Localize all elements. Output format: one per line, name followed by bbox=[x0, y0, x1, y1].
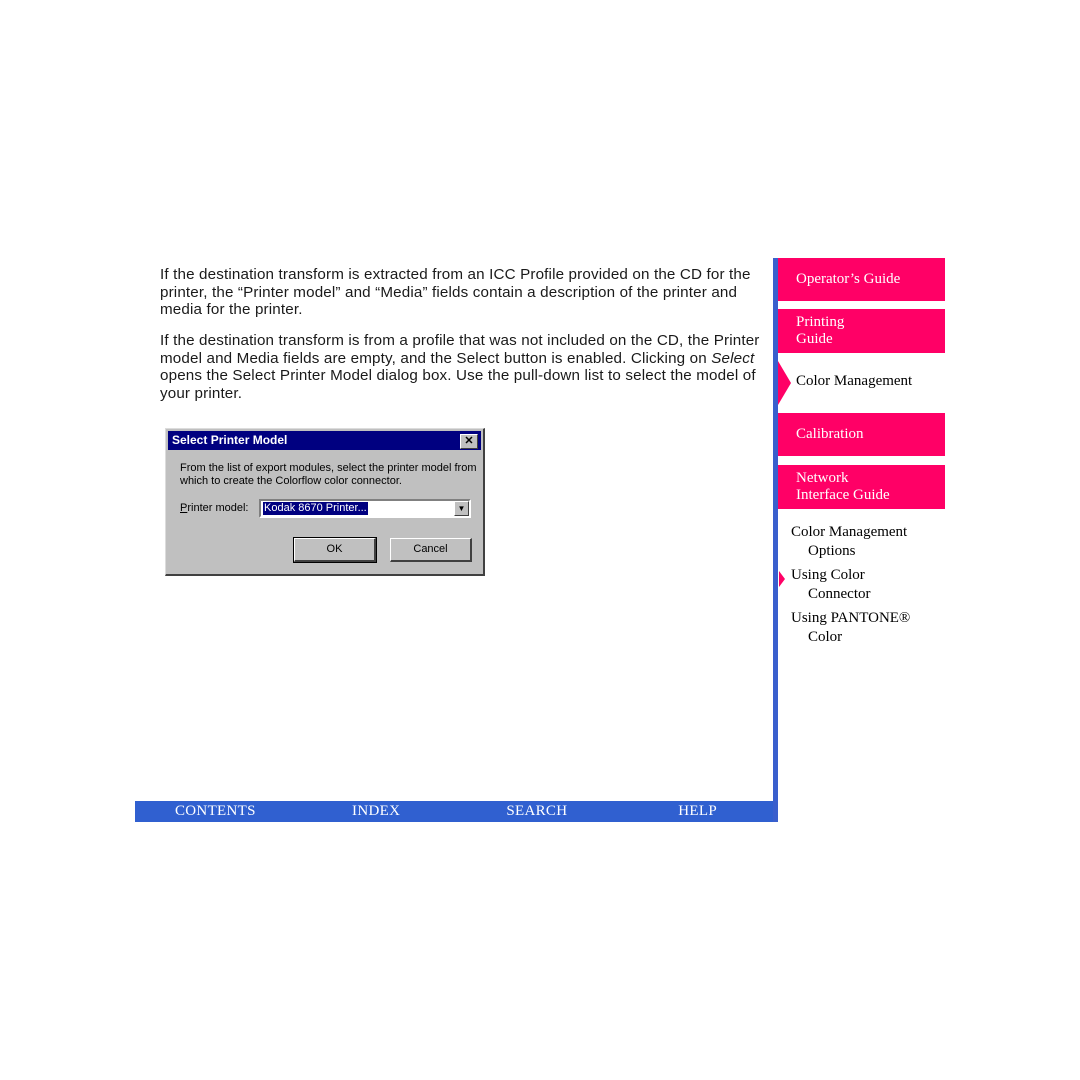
selected-printer-model: Kodak 8670 Printer... bbox=[263, 502, 368, 515]
nav-calibration[interactable]: Calibration bbox=[778, 413, 945, 456]
nav-label: Printing bbox=[796, 314, 845, 330]
nav-printing-guide[interactable]: Printing Guide bbox=[778, 309, 945, 353]
nav-label: Guide bbox=[796, 331, 833, 347]
printer-model-label: Printer model: bbox=[180, 502, 248, 514]
topic-color-management-options[interactable]: Color Management Options bbox=[791, 523, 910, 561]
topic-using-pantone-color[interactable]: Using PANTONE® Color bbox=[791, 609, 910, 647]
nav-network-interface-guide[interactable]: Network Interface Guide bbox=[778, 465, 945, 509]
nav-label: Network bbox=[796, 470, 849, 486]
dialog-title: Select Printer Model bbox=[172, 433, 288, 447]
body-paragraph-1: If the destination transform is extracte… bbox=[160, 266, 760, 319]
body-paragraph-2: If the destination transform is from a p… bbox=[160, 332, 760, 402]
nav-label: Operator’s Guide bbox=[796, 271, 901, 287]
close-icon[interactable]: ✕ bbox=[460, 434, 478, 449]
ok-button[interactable]: OK bbox=[293, 537, 377, 563]
paragraph-2-part1: If the destination transform is from a p… bbox=[160, 332, 760, 367]
paragraph-2-part2: opens the Select Printer Model dialog bo… bbox=[160, 367, 756, 402]
topic-links: Color Management Options Using Color Con… bbox=[791, 523, 910, 652]
topic-using-color-connector[interactable]: Using Color Connector bbox=[791, 566, 910, 604]
nav-operators-guide[interactable]: Operator’s Guide bbox=[778, 258, 945, 301]
chevron-down-icon[interactable]: ▼ bbox=[454, 501, 469, 516]
index-link[interactable]: INDEX bbox=[296, 801, 457, 822]
help-link[interactable]: HELP bbox=[617, 801, 778, 822]
label-text: rinter model: bbox=[187, 502, 249, 514]
cancel-button[interactable]: Cancel bbox=[390, 538, 472, 562]
printer-model-select[interactable]: Kodak 8670 Printer... ▼ bbox=[259, 499, 471, 518]
nav-color-management-current[interactable]: Color Management bbox=[796, 373, 912, 390]
nav-label: Calibration bbox=[796, 426, 864, 442]
topic-label: Using Color bbox=[791, 567, 865, 583]
paragraph-2-text: If the destination transform is from a p… bbox=[160, 332, 760, 402]
topic-label: Options bbox=[808, 543, 856, 559]
footer-nav: CONTENTS INDEX SEARCH HELP bbox=[135, 801, 778, 822]
dialog-title-bar: Select Printer Model ✕ bbox=[168, 431, 481, 450]
current-section-arrow-icon bbox=[778, 361, 791, 405]
search-link[interactable]: SEARCH bbox=[457, 801, 618, 822]
topic-label: Connector bbox=[808, 586, 871, 602]
dialog-message: From the list of export modules, select … bbox=[180, 462, 477, 487]
select-emphasis: Select bbox=[711, 349, 755, 367]
contents-link[interactable]: CONTENTS bbox=[135, 801, 296, 822]
topic-label: Color Management bbox=[791, 524, 908, 540]
topic-label: Using PANTONE® bbox=[791, 610, 911, 626]
current-topic-arrow-icon bbox=[779, 571, 785, 587]
nav-label: Interface Guide bbox=[796, 487, 890, 503]
topic-label: Color bbox=[808, 629, 843, 645]
paragraph-1-text: If the destination transform is extracte… bbox=[160, 266, 751, 319]
select-printer-model-dialog: Select Printer Model ✕ From the list of … bbox=[165, 428, 485, 576]
